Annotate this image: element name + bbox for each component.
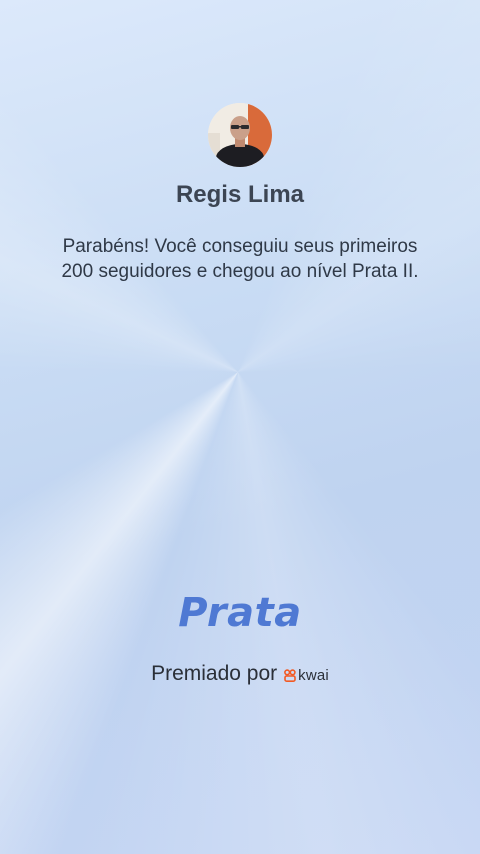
awarded-by-row: Premiado por kwai <box>0 662 480 686</box>
achievement-screen: Regis Lima Parabéns! Você conseguiu seus… <box>0 0 480 854</box>
avatar <box>208 103 272 167</box>
kwai-logo: kwai <box>284 667 329 684</box>
level-title: Prata <box>178 590 302 636</box>
user-name: Regis Lima <box>175 181 305 208</box>
user-photo-icon <box>208 103 272 167</box>
kwai-logo-icon <box>284 668 296 682</box>
kwai-wordmark: kwai <box>298 666 329 684</box>
congratulations-message: Parabéns! Você conseguiu seus primeiros … <box>61 236 419 282</box>
awarded-by-label: Premiado por <box>151 662 278 685</box>
